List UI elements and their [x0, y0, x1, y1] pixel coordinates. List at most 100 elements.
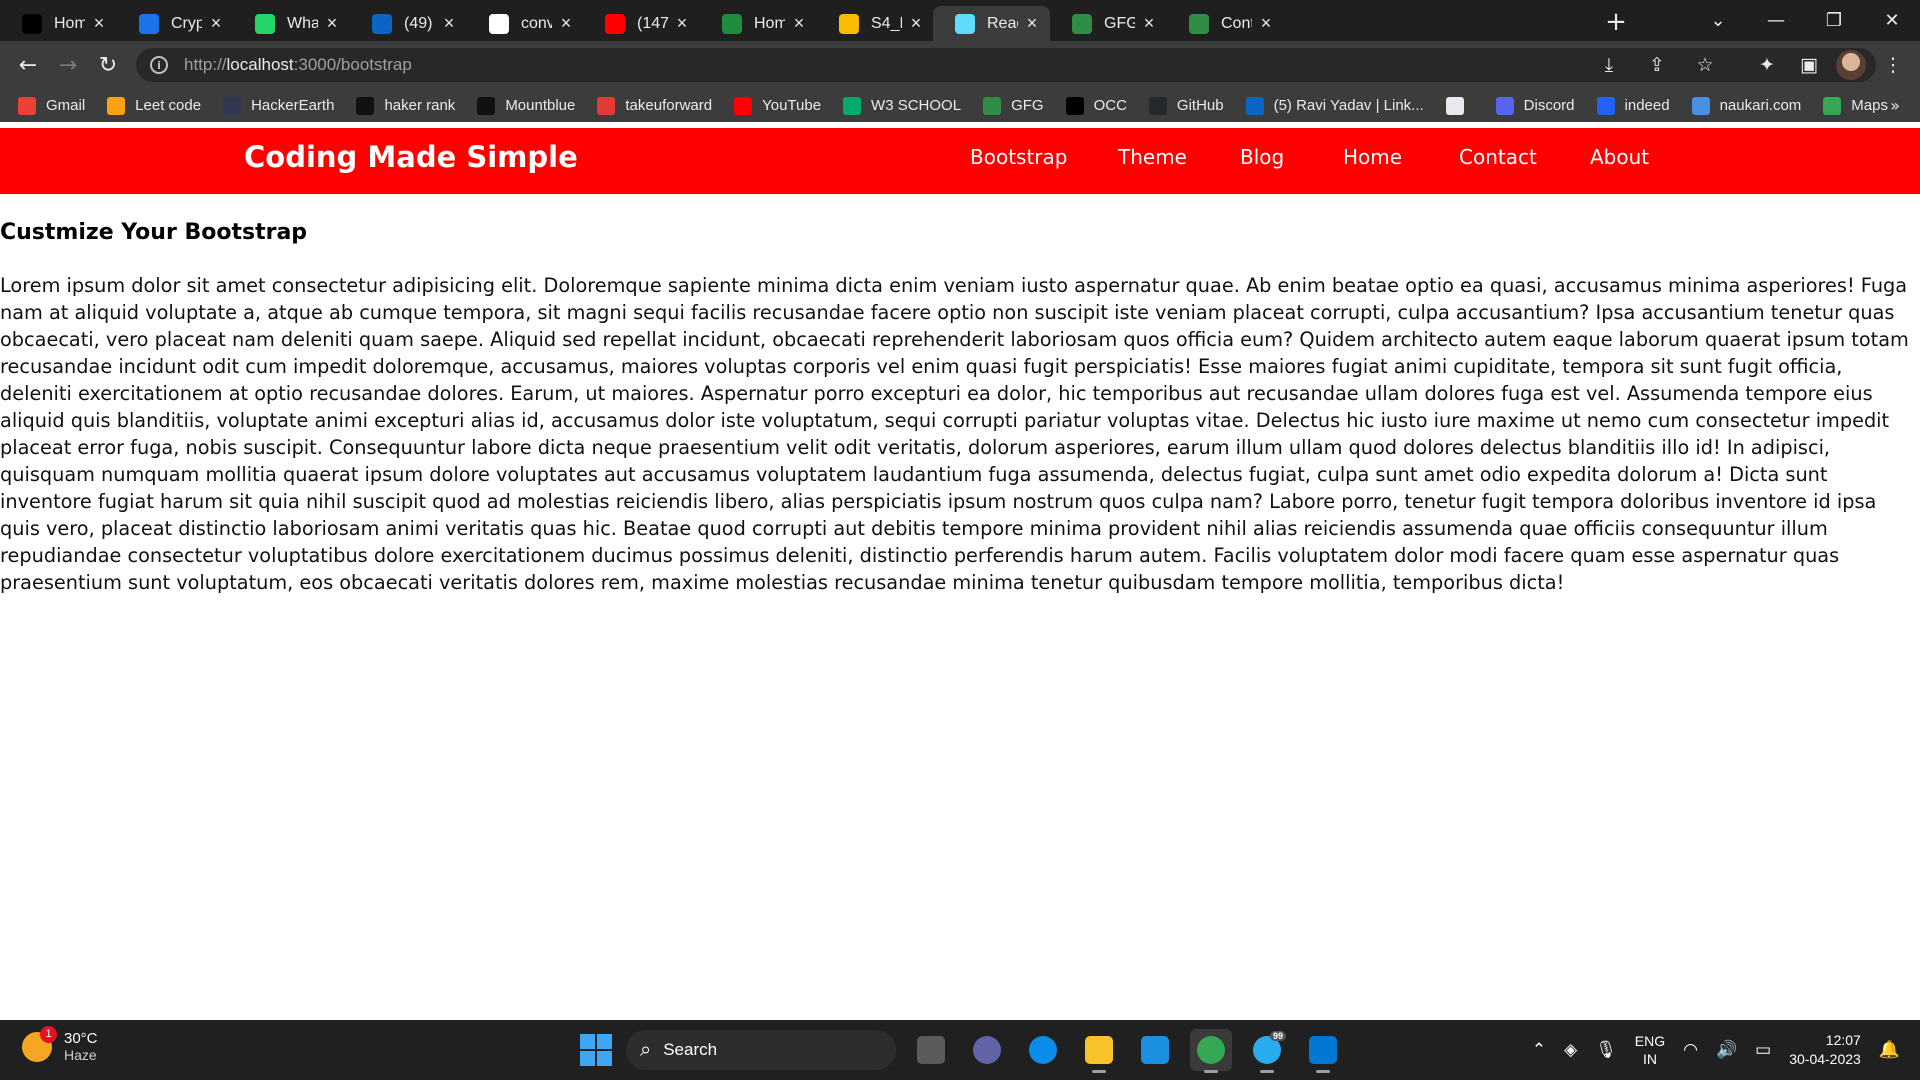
- menu-kebab-icon[interactable]: ⋮: [1878, 49, 1908, 81]
- forward-button[interactable]: →: [52, 49, 84, 81]
- close-icon[interactable]: ×: [91, 13, 107, 34]
- bookmark-item[interactable]: Discord: [1495, 96, 1575, 115]
- close-icon[interactable]: ×: [1141, 13, 1157, 34]
- task-view-icon[interactable]: [910, 1029, 952, 1071]
- edge-icon[interactable]: [1022, 1029, 1064, 1071]
- browser-tab[interactable]: converter ×: [467, 6, 584, 41]
- bookmark-label: GFG: [1011, 97, 1044, 114]
- chrome-icon[interactable]: [1190, 1029, 1232, 1073]
- bookmark-item[interactable]: HackerEarth: [223, 96, 335, 115]
- nav-link-theme[interactable]: Theme: [1118, 145, 1187, 169]
- site-navbar: Coding Made Simple Bootstrap Theme Blog …: [0, 128, 1920, 194]
- bookmark-label: Discord: [1523, 97, 1575, 114]
- close-icon[interactable]: ×: [324, 13, 340, 34]
- browser-tab[interactable]: React App ×: [933, 6, 1050, 41]
- close-icon[interactable]: ×: [674, 13, 690, 34]
- bookmark-item[interactable]: takeuforward: [597, 96, 712, 115]
- language-indicator[interactable]: ENG IN: [1635, 1032, 1665, 1068]
- close-icon[interactable]: ×: [1258, 13, 1274, 34]
- bookmark-item[interactable]: [1445, 96, 1474, 115]
- bookmark-item[interactable]: Maps: [1823, 96, 1888, 115]
- browser-tab[interactable]: WhatsApp ×: [233, 6, 350, 41]
- nav-link-blog[interactable]: Blog: [1240, 145, 1284, 169]
- site-info-icon[interactable]: i: [150, 56, 168, 74]
- nav-link-about[interactable]: About: [1590, 145, 1649, 169]
- wifi-icon[interactable]: ◠: [1683, 1040, 1698, 1060]
- linkedin-icon: [372, 13, 392, 34]
- browser-tab[interactable]: Homewo ×: [700, 6, 817, 41]
- close-icon[interactable]: ×: [908, 13, 924, 34]
- back-button[interactable]: ←: [12, 49, 44, 81]
- reload-button[interactable]: ↻: [92, 49, 124, 81]
- close-icon[interactable]: ×: [208, 13, 224, 34]
- url-text[interactable]: http://localhost:3000/bootstrap: [184, 55, 412, 75]
- restore-button[interactable]: ❐: [1806, 0, 1862, 41]
- telegram-icon[interactable]: 99: [1246, 1029, 1288, 1073]
- discord-icon: [1495, 96, 1514, 115]
- profile-avatar[interactable]: [1836, 50, 1866, 80]
- globe-icon: [1445, 96, 1464, 115]
- vscode-icon[interactable]: [1302, 1029, 1344, 1073]
- bookmark-item[interactable]: GFG: [983, 96, 1044, 115]
- browser-tab[interactable]: S4_HWA ×: [817, 6, 934, 41]
- nav-link-contact[interactable]: Contact: [1459, 145, 1537, 169]
- mail-icon[interactable]: [1134, 1029, 1176, 1071]
- share-icon[interactable]: ⇪: [1642, 49, 1672, 81]
- leetcode-icon: [107, 96, 126, 115]
- minimize-button[interactable]: —: [1748, 0, 1804, 41]
- browser-tab[interactable]: Contest | ×: [1167, 6, 1284, 41]
- tab-title: Contest |: [1221, 14, 1252, 32]
- bookmark-item[interactable]: Gmail: [18, 96, 85, 115]
- new-tab-button[interactable]: +: [1600, 6, 1632, 38]
- close-icon[interactable]: ×: [441, 13, 457, 34]
- bookmark-item[interactable]: haker rank: [356, 96, 456, 115]
- bookmarks-overflow-button[interactable]: »: [1890, 89, 1900, 122]
- bookmark-item[interactable]: (5) Ravi Yadav | Link...: [1245, 96, 1424, 115]
- side-panel-icon[interactable]: ▣: [1794, 49, 1824, 81]
- browser-tab[interactable]: Home - C ×: [0, 6, 117, 41]
- close-icon[interactable]: ×: [1024, 13, 1040, 34]
- install-app-icon[interactable]: ⤓: [1594, 49, 1624, 81]
- close-icon[interactable]: ×: [791, 13, 807, 34]
- bookmark-item[interactable]: naukari.com: [1691, 96, 1801, 115]
- nav-link-bootstrap[interactable]: Bootstrap: [970, 145, 1067, 169]
- bookmark-item[interactable]: W3 SCHOOL: [843, 96, 961, 115]
- notification-bell-icon[interactable]: 🔔: [1879, 1040, 1900, 1060]
- browser-tab[interactable]: (49) Feed ×: [350, 6, 467, 41]
- taskbar-search[interactable]: ⌕ Search: [626, 1030, 896, 1070]
- nav-link-home[interactable]: Home: [1343, 145, 1402, 169]
- microphone-icon[interactable]: 🎙: [1595, 1040, 1617, 1060]
- teams-chat-icon[interactable]: [966, 1029, 1008, 1071]
- tab-search-icon[interactable]: ⌄: [1690, 0, 1746, 41]
- body-paragraph: Lorem ipsum dolor sit amet consectetur a…: [0, 274, 1909, 594]
- extensions-icon[interactable]: ✦: [1752, 49, 1782, 81]
- dropbox-icon[interactable]: ◈: [1564, 1040, 1577, 1060]
- browser-tab[interactable]: GFG Wee ×: [1050, 6, 1167, 41]
- windows-start-icon[interactable]: [580, 1034, 612, 1066]
- bookmark-item[interactable]: Mountblue: [477, 96, 575, 115]
- running-indicator: [1092, 1070, 1106, 1073]
- battery-icon[interactable]: ▭: [1755, 1040, 1771, 1060]
- bookmark-item[interactable]: GitHub: [1148, 96, 1224, 115]
- drive-icon: [839, 13, 859, 34]
- bookmark-label: HackerEarth: [251, 97, 335, 114]
- browser-tab[interactable]: (14712) Y ×: [583, 6, 700, 41]
- tab-title: WhatsApp: [287, 14, 318, 32]
- tab-title: GFG Wee: [1104, 14, 1135, 32]
- bookmark-item[interactable]: Leet code: [107, 96, 201, 115]
- weather-widget[interactable]: 1 30°C Haze: [22, 1025, 98, 1063]
- close-window-button[interactable]: ✕: [1864, 0, 1920, 41]
- bookmark-label: haker rank: [384, 97, 456, 114]
- clock[interactable]: 12:07 30-04-2023: [1789, 1031, 1861, 1069]
- bookmark-star-icon[interactable]: ☆: [1690, 49, 1720, 81]
- chevron-up-icon[interactable]: ⌃: [1532, 1040, 1546, 1060]
- browser-tab[interactable]: Crypto ×: [117, 6, 234, 41]
- bookmark-label: OCC: [1093, 97, 1127, 114]
- weather-sun-icon: 1: [22, 1025, 57, 1062]
- close-icon[interactable]: ×: [558, 13, 574, 34]
- bookmark-item[interactable]: YouTube: [734, 96, 821, 115]
- bookmark-item[interactable]: indeed: [1596, 96, 1670, 115]
- file-explorer-icon[interactable]: [1078, 1029, 1120, 1073]
- bookmark-item[interactable]: OCC: [1065, 96, 1127, 115]
- volume-icon[interactable]: 🔊: [1716, 1040, 1737, 1060]
